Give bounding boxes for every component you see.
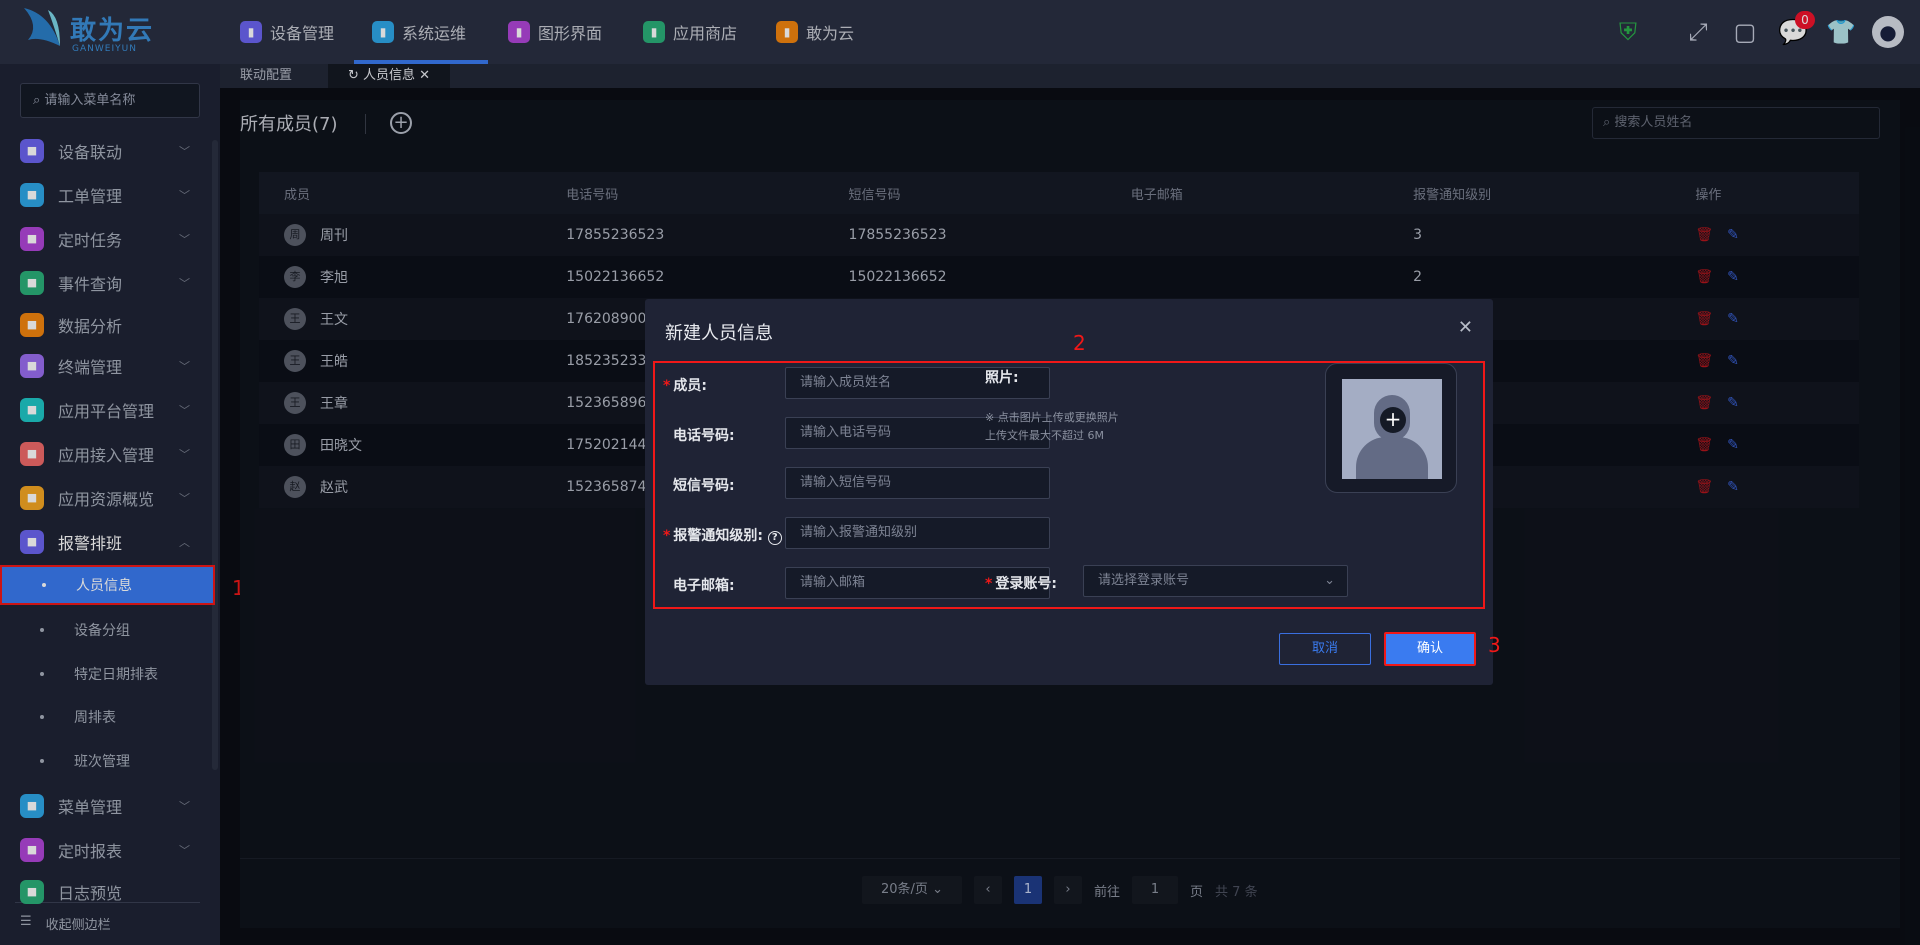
input-placeholder: 请输入报警通知级别: [800, 525, 918, 540]
cancel-button[interactable]: 取消: [1279, 633, 1371, 665]
chevron-down-icon: ⌄: [1324, 573, 1335, 588]
dialog-title: 新建人员信息: [665, 323, 773, 344]
plus-icon: +: [1380, 407, 1406, 433]
login-account-label: * 登录账号:: [985, 576, 1057, 592]
field-label: 短信号码:: [673, 478, 735, 494]
input-placeholder: 请输入短信号码: [800, 475, 892, 490]
form-input[interactable]: 请输入报警通知级别: [785, 517, 1050, 549]
photo-label: 照片:: [985, 370, 1019, 386]
annotation-2: 2: [1073, 331, 1086, 355]
form-highlight-box: * 成员: 请输入成员姓名电话号码: 请输入电话号码短信号码: 请输入短信号码 * 报警通知…: [653, 361, 1485, 609]
input-placeholder: 请输入成员姓名: [800, 375, 892, 390]
form-input[interactable]: 请输入短信号码: [785, 467, 1050, 499]
input-placeholder: 请输入邮箱: [800, 575, 866, 590]
help-icon[interactable]: ?: [767, 531, 782, 545]
input-placeholder: 请输入电话号码: [800, 425, 892, 440]
photo-note-1: ※ 点击图片上传或更换照片: [985, 411, 1119, 424]
field-label: 电话号码:: [673, 428, 735, 444]
annotation-3: 3: [1488, 633, 1501, 657]
login-account-select[interactable]: 请选择登录账号 ⌄: [1083, 565, 1348, 597]
field-label: * 报警通知级别: ?: [663, 525, 782, 545]
close-icon[interactable]: ✕: [1458, 317, 1473, 338]
photo-upload[interactable]: +: [1325, 363, 1457, 493]
default-avatar-image: +: [1342, 379, 1442, 479]
login-account-placeholder: 请选择登录账号: [1098, 573, 1190, 588]
new-member-dialog: 新建人员信息 ✕ 2 * 成员: 请输入成员姓名电话号码: 请输入电话号码短信号码: 请…: [645, 299, 1501, 685]
field-label: 电子邮箱:: [673, 578, 735, 594]
photo-note-2: 上传文件最大不超过 6M: [985, 429, 1104, 442]
field-label: * 成员:: [663, 378, 707, 394]
confirm-button[interactable]: 确认: [1384, 632, 1476, 666]
